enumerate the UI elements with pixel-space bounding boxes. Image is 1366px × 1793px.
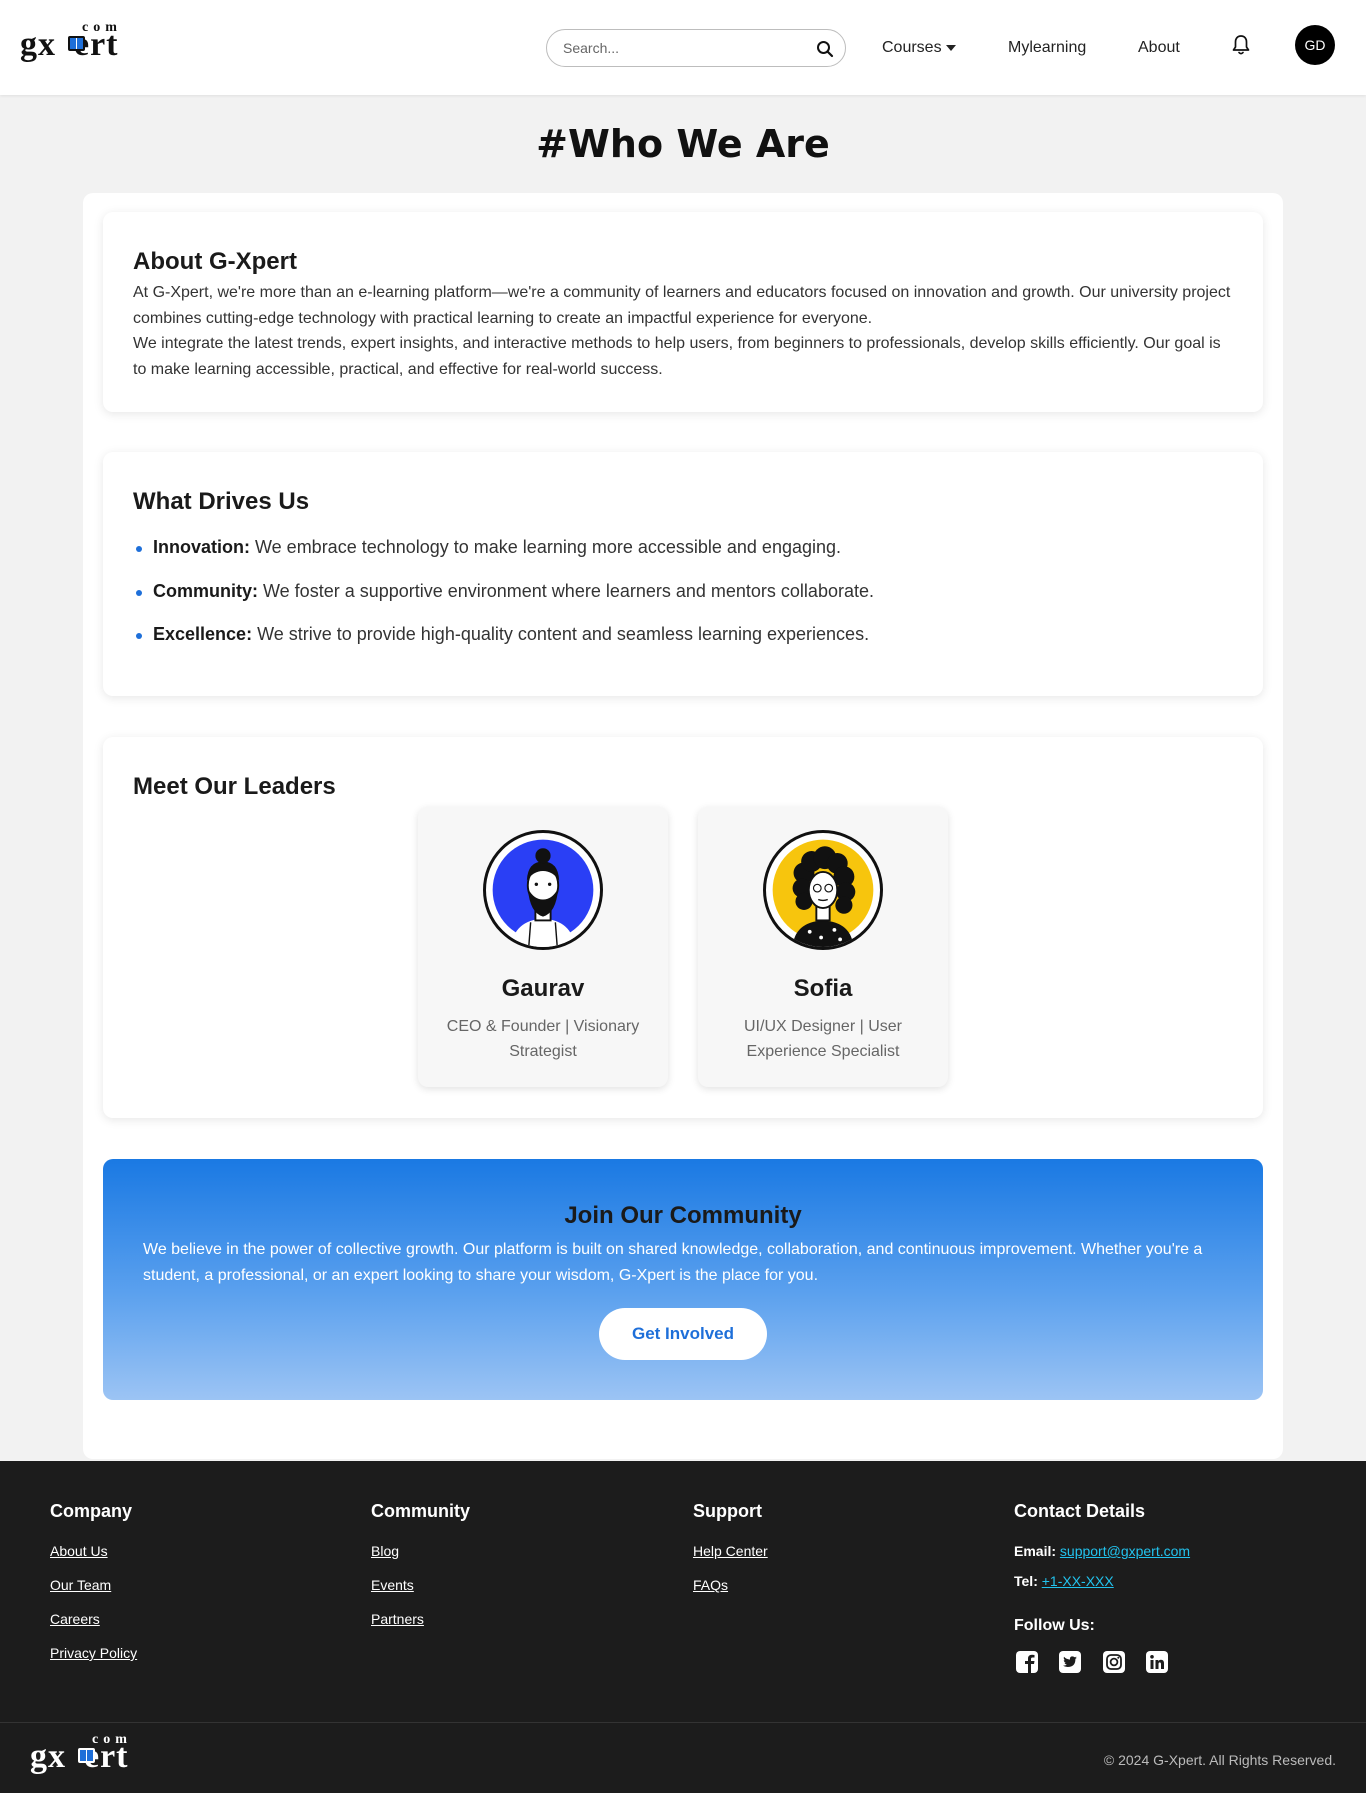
leader-card-gaurav[interactable]: Gaurav CEO & Founder | Visionary Strateg… bbox=[418, 807, 668, 1087]
join-title: Join Our Community bbox=[564, 1202, 802, 1229]
drives-card: What Drives Us Innovation: We embrace te… bbox=[103, 452, 1263, 696]
facebook-icon[interactable] bbox=[1014, 1649, 1040, 1675]
footer-community-title: Community bbox=[371, 1501, 470, 1521]
footer-link-help-center[interactable]: Help Center bbox=[693, 1541, 768, 1575]
join-community-banner: Join Our Community We believe in the pow… bbox=[103, 1159, 1263, 1400]
twitter-icon[interactable] bbox=[1057, 1649, 1083, 1675]
drive-term: Excellence: bbox=[153, 624, 253, 644]
drive-term: Community: bbox=[153, 580, 258, 601]
footer-company-column: Company About Us Our Team Careers Privac… bbox=[50, 1501, 137, 1677]
footer-support-column: Support Help Center FAQs bbox=[693, 1501, 768, 1609]
copyright-text: © 2024 G-Xpert. All Rights Reserved. bbox=[1103, 1752, 1336, 1768]
footer-community-column: Community Blog Events Partners bbox=[371, 1501, 470, 1643]
list-item: Excellence: We strive to provide high-qu… bbox=[133, 623, 1233, 667]
linkedin-icon[interactable] bbox=[1144, 1649, 1170, 1675]
book-icon bbox=[68, 36, 85, 51]
user-avatar[interactable]: GD bbox=[1295, 25, 1335, 65]
nav-mylearning[interactable]: Mylearning bbox=[1008, 38, 1086, 58]
follow-us-label: Follow Us: bbox=[1014, 1617, 1095, 1634]
footer-support-title: Support bbox=[693, 1501, 762, 1521]
leaders-title: Meet Our Leaders bbox=[133, 773, 336, 800]
footer-company-title: Company bbox=[50, 1501, 133, 1521]
about-title: About G-Xpert bbox=[133, 248, 297, 275]
footer-link-our-team[interactable]: Our Team bbox=[50, 1575, 137, 1609]
list-item: Community: We foster a supportive enviro… bbox=[133, 580, 1233, 624]
drive-term: Innovation: bbox=[153, 537, 250, 557]
search-bar bbox=[546, 29, 846, 67]
about-card: About G-Xpert At G-Xpert, we're more tha… bbox=[103, 212, 1263, 412]
bell-icon[interactable] bbox=[1229, 33, 1253, 57]
book-icon bbox=[78, 1748, 95, 1763]
contact-email: Email: support@gxpert.com bbox=[1014, 1541, 1190, 1571]
join-text: We believe in the power of collective gr… bbox=[143, 1241, 1203, 1284]
list-item: Innovation: We embrace technology to mak… bbox=[133, 536, 1233, 580]
drive-text: We foster a supportive environment where… bbox=[258, 580, 874, 601]
footer-gxpert-logo[interactable]: gx ert com bbox=[30, 1732, 155, 1774]
logo-superscript: com bbox=[82, 20, 122, 35]
footer-link-events[interactable]: Events bbox=[371, 1575, 470, 1609]
nav-courses-dropdown[interactable]: Courses bbox=[882, 38, 956, 58]
gxpert-logo[interactable]: gx ert com bbox=[20, 20, 145, 62]
avatar bbox=[483, 830, 603, 950]
about-text: At G-Xpert, we're more than an e-learnin… bbox=[133, 280, 1238, 382]
instagram-icon[interactable] bbox=[1101, 1649, 1127, 1675]
caret-down-icon bbox=[945, 44, 956, 51]
drive-text: We strive to provide high-quality conten… bbox=[252, 624, 870, 644]
about-paragraph-2: We integrate the latest trends, expert i… bbox=[133, 335, 1221, 378]
footer-link-privacy-policy[interactable]: Privacy Policy bbox=[50, 1643, 137, 1677]
drive-text: We embrace technology to make learning m… bbox=[250, 537, 842, 557]
content-container: About G-Xpert At G-Xpert, we're more tha… bbox=[83, 193, 1283, 1459]
contact-tel: Tel: +1-XX-XXX bbox=[1014, 1571, 1190, 1601]
leader-role: CEO & Founder | Visionary Strategist bbox=[446, 1018, 640, 1060]
tel-link[interactable]: +1-XX-XXX bbox=[1042, 1573, 1114, 1589]
top-navbar: gxert com Courses Mylearning About GD bbox=[0, 0, 1366, 95]
email-label: Email: bbox=[1014, 1543, 1057, 1559]
leaders-card: Meet Our Leaders Gaurav CEO & Founder | … bbox=[103, 737, 1263, 1118]
footer-link-blog[interactable]: Blog bbox=[371, 1541, 470, 1575]
logo-superscript: com bbox=[92, 1732, 132, 1747]
social-links bbox=[1014, 1649, 1190, 1677]
nav-courses-label: Courses bbox=[882, 39, 942, 56]
email-link[interactable]: support@gxpert.com bbox=[1060, 1543, 1190, 1559]
footer-link-about-us[interactable]: About Us bbox=[50, 1541, 137, 1575]
footer-contact-column: Contact Details Email: support@gxpert.co… bbox=[1014, 1501, 1190, 1677]
drives-list: Innovation: We embrace technology to mak… bbox=[133, 536, 1233, 667]
search-input[interactable] bbox=[563, 38, 803, 58]
man-portrait-icon bbox=[492, 839, 594, 947]
tel-label: Tel: bbox=[1014, 1573, 1038, 1589]
drives-title: What Drives Us bbox=[133, 488, 310, 515]
footer-divider bbox=[0, 1722, 1366, 1723]
search-icon[interactable] bbox=[815, 39, 835, 59]
about-paragraph-1: At G-Xpert, we're more than an e-learnin… bbox=[133, 284, 1231, 327]
footer-link-careers[interactable]: Careers bbox=[50, 1609, 137, 1643]
leader-name: Gaurav bbox=[501, 975, 585, 1002]
footer-link-faqs[interactable]: FAQs bbox=[693, 1575, 768, 1609]
nav-about[interactable]: About bbox=[1138, 38, 1180, 58]
page-title: #Who We Are bbox=[536, 122, 830, 166]
leader-name: Sofia bbox=[793, 975, 853, 1002]
woman-portrait-icon bbox=[772, 839, 874, 947]
avatar bbox=[763, 830, 883, 950]
footer-link-partners[interactable]: Partners bbox=[371, 1609, 470, 1643]
leader-card-sofia[interactable]: Sofia UI/UX Designer | User Experience S… bbox=[698, 807, 948, 1087]
footer: Company About Us Our Team Careers Privac… bbox=[0, 1461, 1366, 1793]
leader-role: UI/UX Designer | User Experience Special… bbox=[744, 1018, 902, 1060]
footer-contact-title: Contact Details bbox=[1014, 1501, 1146, 1521]
get-involved-button[interactable]: Get Involved bbox=[599, 1308, 767, 1360]
